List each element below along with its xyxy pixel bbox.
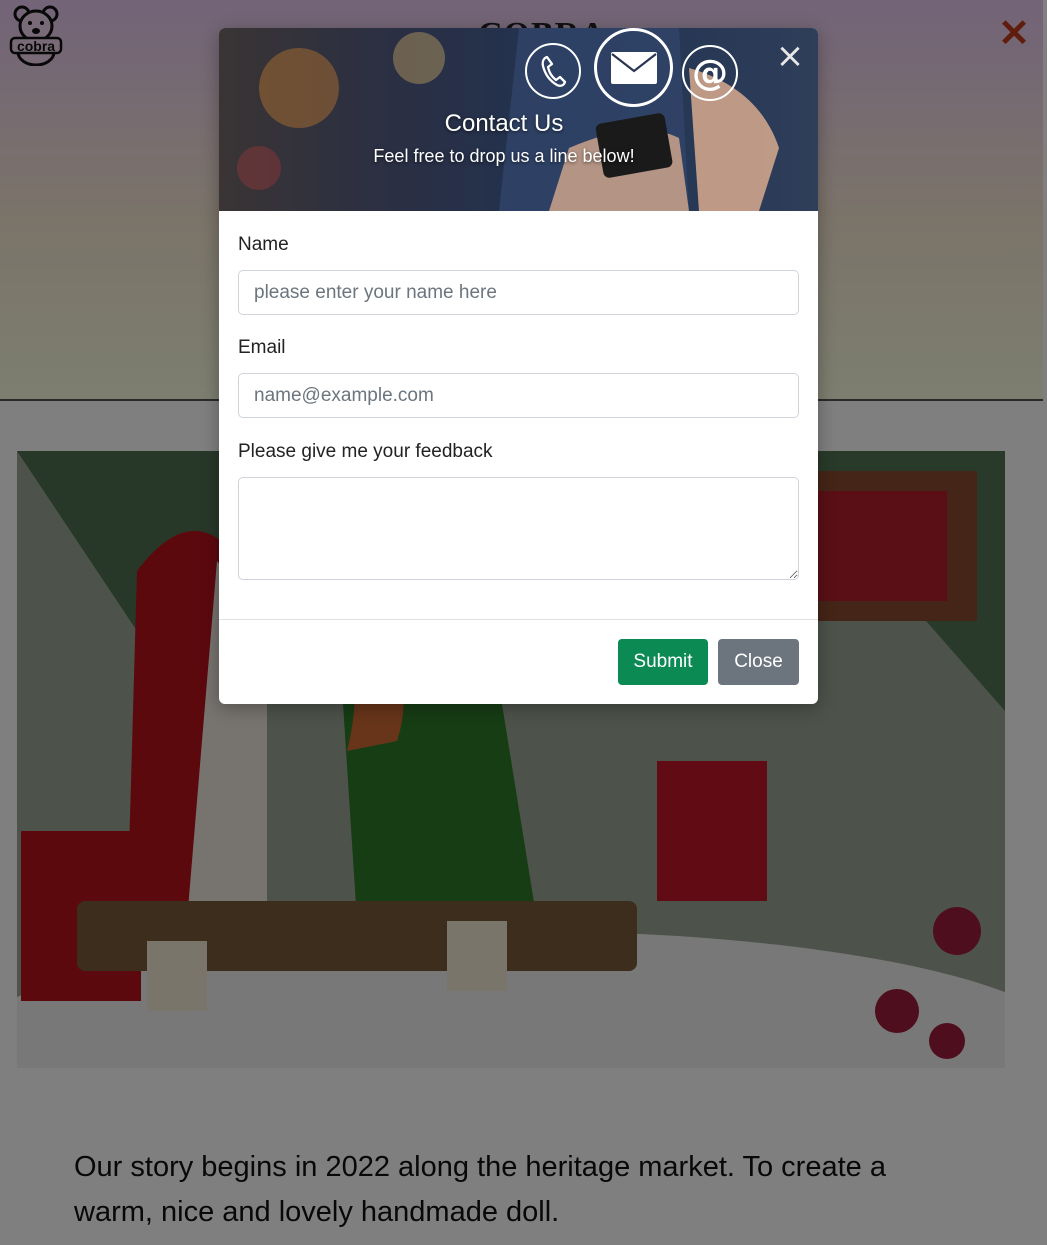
close-button[interactable]: Close [718, 639, 799, 685]
phone-icon [525, 43, 581, 99]
feedback-label: Please give me your feedback [238, 441, 493, 462]
modal-close-icon[interactable]: × [775, 39, 805, 73]
name-label: Name [238, 234, 289, 255]
modal-footer: Submit Close [219, 619, 818, 704]
at-sign-icon: @ [682, 45, 738, 101]
envelope-icon [594, 28, 673, 107]
submit-button[interactable]: Submit [618, 639, 708, 685]
contact-modal: @ × Contact Us Feel free to drop us a li… [219, 28, 818, 704]
name-input[interactable] [238, 270, 799, 315]
feedback-textarea[interactable] [238, 477, 799, 580]
email-label: Email [238, 337, 286, 358]
email-input[interactable] [238, 373, 799, 418]
modal-subtitle: Feel free to drop us a line below! [373, 146, 635, 166]
modal-title: Contact Us [444, 110, 564, 137]
modal-header: @ × Contact Us Feel free to drop us a li… [219, 28, 818, 211]
